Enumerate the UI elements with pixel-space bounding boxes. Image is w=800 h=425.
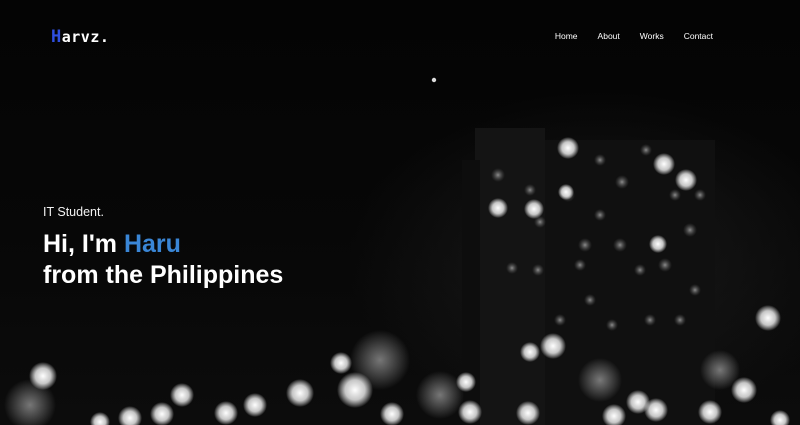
nav-links: Home About Works Contact xyxy=(555,31,713,41)
hero-greeting: Hi, I'm xyxy=(43,230,124,258)
logo-initial: H xyxy=(51,27,62,47)
nav-link-works[interactable]: Works xyxy=(640,31,664,41)
hero-location-line: from the Philippines xyxy=(43,261,284,289)
hero-section: Harvz. Home About Works Contact IT Stude… xyxy=(0,0,800,425)
logo-text: arvz. xyxy=(61,28,110,46)
hero-name: Haru xyxy=(123,230,181,258)
hero-intro: IT Student. Hi, I'm Haru from the Philip… xyxy=(43,205,283,291)
hero-tagline: IT Student. xyxy=(43,205,104,219)
nav-link-contact[interactable]: Contact xyxy=(684,31,713,41)
logo[interactable]: Harvz. xyxy=(51,27,109,47)
hero-headline: Hi, I'm Haru from the Philippines xyxy=(43,229,283,291)
nav-link-about[interactable]: About xyxy=(598,31,620,41)
nav-link-home[interactable]: Home xyxy=(555,31,578,41)
navbar: Harvz. Home About Works Contact xyxy=(0,0,800,72)
